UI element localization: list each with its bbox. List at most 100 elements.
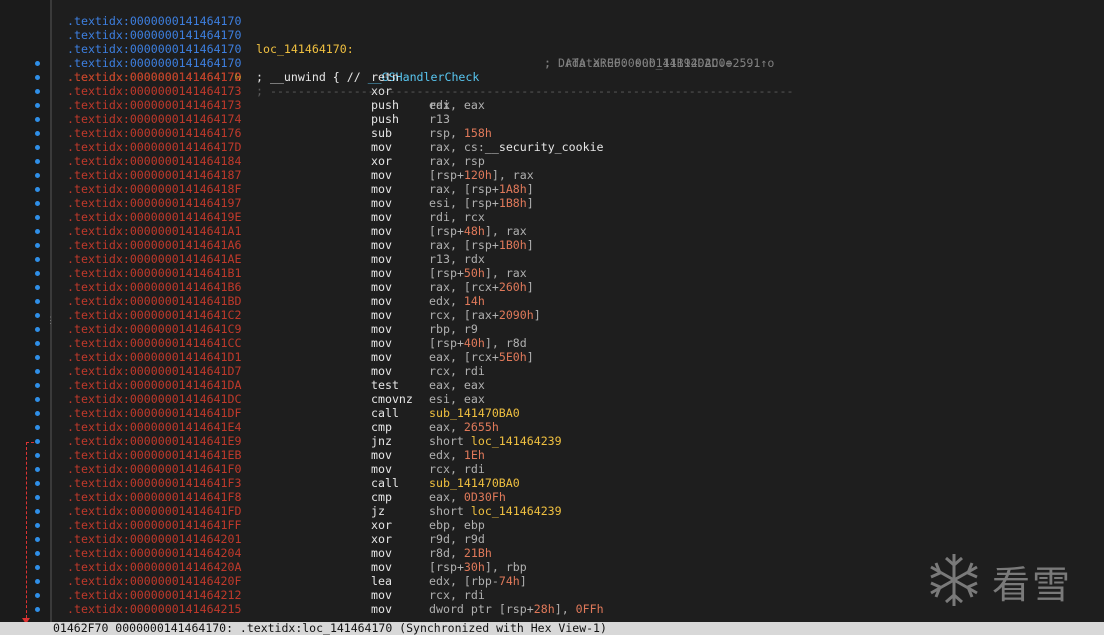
- operands[interactable]: rax, cs:__security_cookie: [429, 140, 604, 154]
- breakpoint-dot-icon[interactable]: [35, 173, 40, 178]
- instruction-line[interactable]: .textidx:000000014146419E mov rdi, rcx: [67, 210, 1097, 224]
- instruction-line[interactable]: .textidx:00000001414641AE mov r13, rdx: [67, 252, 1097, 266]
- header-line[interactable]: .textidx:0000000141464170 loc_141464170:…: [67, 14, 1097, 70]
- breakpoint-dot-icon[interactable]: [35, 341, 40, 346]
- breakpoint-dot-icon[interactable]: [35, 285, 40, 290]
- instruction-line[interactable]: .textidx:000000014146417D mov rax, cs:__se…: [67, 140, 1097, 154]
- splitter-grip-icon[interactable]: ⋮: [46, 316, 55, 326]
- operands[interactable]: edx, 14h: [429, 294, 485, 308]
- operands[interactable]: r13: [429, 112, 450, 126]
- breakpoint-dot-icon[interactable]: [35, 565, 40, 570]
- operands[interactable]: eax, [rcx+5E0h]: [429, 350, 534, 364]
- instruction-line[interactable]: .textidx:00000001414641FD jz short loc_141…: [67, 504, 1097, 518]
- instruction-line[interactable]: .textidx:00000001414641E4 cmp eax, 2655h: [67, 420, 1097, 434]
- breakpoint-dot-icon[interactable]: [35, 607, 40, 612]
- operands[interactable]: [rsp+120h], rax: [429, 168, 534, 182]
- instruction-line[interactable]: .textidx:0000000141464174 push r13: [67, 112, 1097, 126]
- instruction-line[interactable]: .textidx:00000001414641F3 call sub_141470B…: [67, 476, 1097, 490]
- instruction-line[interactable]: .textidx:000000014146418F mov rax, [rsp+1A…: [67, 182, 1097, 196]
- operands[interactable]: rsp, 158h: [429, 126, 492, 140]
- breakpoint-dot-icon[interactable]: [35, 201, 40, 206]
- breakpoint-gutter[interactable]: [0, 0, 50, 622]
- current-instruction-line[interactable]: .textidx:0000000141464170 xor eax, eax: [67, 56, 1097, 112]
- breakpoint-dot-icon[interactable]: [35, 523, 40, 528]
- operands[interactable]: edx, 1Eh: [429, 448, 485, 462]
- operands[interactable]: rcx, rdi: [429, 588, 485, 602]
- header-line[interactable]: .textidx:0000000141464170 ; .rdata:00000…: [67, 28, 1097, 70]
- instruction-line[interactable]: .textidx:00000001414641B6 mov rax, [rcx+26…: [67, 280, 1097, 294]
- breakpoint-dot-icon[interactable]: [35, 509, 40, 514]
- operands[interactable]: rax, [rcx+260h]: [429, 280, 534, 294]
- breakpoint-dot-icon[interactable]: [35, 369, 40, 374]
- operands[interactable]: esi, [rsp+1B8h]: [429, 196, 534, 210]
- breakpoint-dot-icon[interactable]: [35, 313, 40, 318]
- breakpoint-dot-icon[interactable]: [35, 187, 40, 192]
- operands[interactable]: r9d, r9d: [429, 532, 485, 546]
- breakpoint-dot-icon[interactable]: [35, 397, 40, 402]
- breakpoint-dot-icon[interactable]: [35, 425, 40, 430]
- breakpoint-dot-icon[interactable]: [35, 145, 40, 150]
- operands[interactable]: eax, 0D30Fh: [429, 490, 506, 504]
- breakpoint-dot-icon[interactable]: [35, 439, 40, 444]
- instruction-line[interactable]: .textidx:0000000141464201 xor r9d, r9d: [67, 532, 1097, 546]
- operands[interactable]: eax, 2655h: [429, 420, 499, 434]
- instruction-line[interactable]: .textidx:00000001414641FF xor ebp, ebp: [67, 518, 1097, 532]
- operands[interactable]: short loc_141464239: [429, 504, 562, 518]
- operands[interactable]: [rsp+50h], rax: [429, 266, 527, 280]
- operands[interactable]: [rsp+40h], r8d: [429, 336, 527, 350]
- breakpoint-dot-icon[interactable]: [35, 117, 40, 122]
- operands[interactable]: [rsp+48h], rax: [429, 224, 527, 238]
- operands[interactable]: rdi, rcx: [429, 210, 485, 224]
- operands[interactable]: edx, [rbp-74h]: [429, 574, 527, 588]
- breakpoint-dot-icon[interactable]: [35, 299, 40, 304]
- breakpoint-dot-icon[interactable]: [35, 215, 40, 220]
- breakpoint-dot-icon[interactable]: [35, 453, 40, 458]
- operands[interactable]: rbp, r9: [429, 322, 478, 336]
- instruction-line[interactable]: .textidx:00000001414641F8 cmp eax, 0D30Fh: [67, 490, 1097, 504]
- breakpoint-dot-icon[interactable]: [35, 327, 40, 332]
- operands[interactable]: sub_141470BA0: [429, 406, 520, 420]
- operands[interactable]: rdi: [429, 98, 450, 112]
- instruction-line[interactable]: .textidx:00000001414641BD mov edx, 14h: [67, 294, 1097, 308]
- instruction-line[interactable]: .textidx:00000001414641A1 mov [rsp+48h], r…: [67, 224, 1097, 238]
- operands[interactable]: r13, rdx: [429, 252, 485, 266]
- breakpoint-dot-icon[interactable]: [35, 411, 40, 416]
- header-line[interactable]: .textidx:0000000141464170: [67, 0, 1097, 28]
- breakpoint-dot-icon[interactable]: [35, 131, 40, 136]
- instruction-line[interactable]: .textidx:00000001414641A6 mov rax, [rsp+1B…: [67, 238, 1097, 252]
- breakpoint-dot-icon[interactable]: [35, 159, 40, 164]
- instruction-line[interactable]: .textidx:00000001414641DC cmovnz esi, eax: [67, 392, 1097, 406]
- instruction-line[interactable]: .textidx:00000001414641DF call sub_141470B…: [67, 406, 1097, 420]
- operands[interactable]: sub_141470BA0: [429, 476, 520, 490]
- operands[interactable]: rcx, rdi: [429, 462, 485, 476]
- operands[interactable]: dword ptr [rsp+28h], 0FFh: [429, 602, 604, 616]
- breakpoint-dot-icon[interactable]: [35, 229, 40, 234]
- instruction-line[interactable]: .textidx:00000001414641C9 mov rbp, r9: [67, 322, 1097, 336]
- operands[interactable]: r8d, 21Bh: [429, 546, 492, 560]
- instruction-line[interactable]: .textidx:0000000141464184 xor rax, rsp: [67, 154, 1097, 168]
- instruction-line[interactable]: .textidx:00000001414641E9 jnz short loc_14…: [67, 434, 1097, 448]
- instruction-line[interactable]: .textidx:0000000141464176 sub rsp, 158h: [67, 126, 1097, 140]
- instruction-line[interactable]: .textidx:00000001414641EB mov edx, 1Eh: [67, 448, 1097, 462]
- instruction-line[interactable]: .textidx:0000000141464197 mov esi, [rsp+1B…: [67, 196, 1097, 210]
- instruction-line[interactable]: .textidx:00000001414641C2 mov rcx, [rax+20…: [67, 308, 1097, 322]
- breakpoint-dot-icon[interactable]: [35, 271, 40, 276]
- breakpoint-dot-icon[interactable]: [35, 257, 40, 262]
- instruction-line[interactable]: .textidx:00000001414641D1 mov eax, [rcx+5E…: [67, 350, 1097, 364]
- operands[interactable]: short loc_141464239: [429, 434, 562, 448]
- breakpoint-dot-icon[interactable]: [35, 383, 40, 388]
- pane-divider[interactable]: [50, 0, 52, 622]
- breakpoint-dot-icon[interactable]: [35, 593, 40, 598]
- breakpoint-dot-icon[interactable]: [35, 467, 40, 472]
- operands[interactable]: eax, eax: [429, 378, 485, 392]
- instruction-line[interactable]: .textidx:00000001414641F0 mov rcx, rdi: [67, 462, 1097, 476]
- separator-line[interactable]: .textidx:0000000141464173 ; -------------…: [67, 84, 1097, 98]
- breakpoint-dot-icon[interactable]: [35, 103, 40, 108]
- operands[interactable]: ebp, ebp: [429, 518, 485, 532]
- breakpoint-dot-icon[interactable]: [35, 89, 40, 94]
- instruction-line[interactable]: .textidx:00000001414641CC mov [rsp+40h], r…: [67, 336, 1097, 350]
- disassembly-view[interactable]: .textidx:0000000141464170 .textidx:00000…: [67, 0, 1097, 622]
- operands[interactable]: esi, eax: [429, 392, 485, 406]
- header-line[interactable]: .textidx:0000000141464170 ; __unwind { /…: [67, 42, 1097, 84]
- operands[interactable]: rcx, [rax+2090h]: [429, 308, 541, 322]
